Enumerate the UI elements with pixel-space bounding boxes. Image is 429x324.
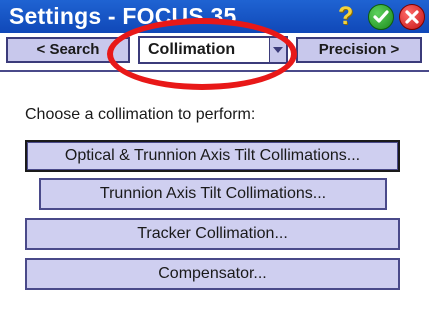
ok-button[interactable] [368, 4, 394, 30]
compensator-button[interactable]: Compensator... [25, 258, 400, 290]
close-x-icon [405, 10, 419, 24]
collimation-panel: Choose a collimation to perform: Optical… [0, 72, 429, 324]
close-button[interactable] [399, 4, 425, 30]
optical-trunnion-collimation-button[interactable]: Optical & Trunnion Axis Tilt Collimation… [25, 140, 400, 172]
help-button[interactable]: ? [336, 2, 360, 30]
checkmark-icon [373, 10, 389, 23]
trunnion-axis-tilt-collimation-button[interactable]: Trunnion Axis Tilt Collimations... [39, 178, 387, 210]
tracker-collimation-button[interactable]: Tracker Collimation... [25, 218, 400, 250]
next-tab-precision-button[interactable]: Precision > [296, 37, 422, 63]
red-highlight-ellipse [107, 18, 297, 90]
question-mark-icon: ? [338, 2, 354, 30]
collimation-prompt: Choose a collimation to perform: [25, 106, 256, 123]
